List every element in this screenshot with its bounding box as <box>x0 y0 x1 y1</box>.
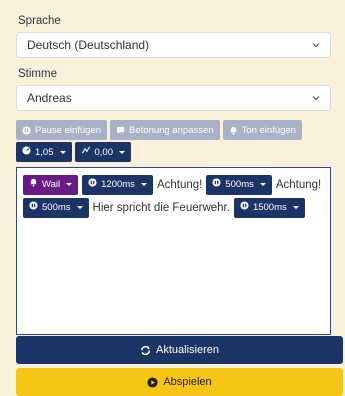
pause-icon <box>29 196 38 220</box>
pause-chip-label: 1200ms <box>101 178 135 190</box>
caret-down-icon <box>140 183 147 186</box>
editor-line: Wail 1200ms Achtung! 500ms Achtung! <box>23 173 324 196</box>
speed-dropdown[interactable]: 1,05 <box>16 142 72 162</box>
voice-value: Andreas <box>27 91 72 105</box>
pause-icon <box>22 125 31 135</box>
language-select[interactable]: Deutsch (Deutschland) <box>16 32 331 58</box>
pitch-icon <box>81 146 91 158</box>
insert-tone-label: Ton einfügen <box>241 124 296 136</box>
insert-pause-label: Pause einfügen <box>35 124 102 136</box>
pause-chip-label: 500ms <box>42 201 71 213</box>
pause-chip-label: 500ms <box>225 178 254 190</box>
editor-text: Achtung! <box>156 178 203 191</box>
editor-text: Achtung! <box>275 178 322 191</box>
prosody-toolbar: 1,05 0,00 <box>16 142 331 162</box>
pause-icon <box>88 173 97 197</box>
adjust-emphasis-button[interactable]: Betonung anpassen <box>110 120 220 140</box>
caret-down-icon <box>259 183 266 186</box>
chevron-down-icon <box>312 41 320 49</box>
editor-text: Hier spricht die Feuerwehr. <box>92 201 230 214</box>
pitch-dropdown[interactable]: 0,00 <box>74 142 131 162</box>
caret-down-icon <box>292 206 299 209</box>
insert-pause-button[interactable]: Pause einfügen <box>16 120 108 140</box>
pause-icon <box>212 173 221 197</box>
language-value: Deutsch (Deutschland) <box>27 38 150 52</box>
caret-down-icon <box>59 150 66 154</box>
insert-tone-button[interactable]: Ton einfügen <box>222 120 302 140</box>
update-label: Aktualisieren <box>156 344 219 356</box>
caret-down-icon <box>119 150 125 154</box>
sound-chip[interactable]: Wail <box>23 173 79 197</box>
caret-down-icon <box>66 183 73 186</box>
play-button[interactable]: Abspielen <box>16 368 343 396</box>
editor-line: 500ms Hier spricht die Feuerwehr. 1500ms <box>23 196 324 219</box>
chevron-down-icon <box>312 94 320 102</box>
pause-icon <box>240 196 249 220</box>
bell-icon <box>229 126 238 135</box>
insert-toolbar: Pause einfügen Betonung anpassen Ton ein… <box>16 120 331 140</box>
play-icon <box>147 376 158 388</box>
speed-value: 1,05 <box>35 146 54 158</box>
pause-chip-label: 1500ms <box>252 201 287 213</box>
caret-down-icon <box>76 206 83 209</box>
voice-label: Stimme <box>18 68 57 80</box>
speech-bubble-icon <box>116 126 125 135</box>
pause-chip[interactable]: 1200ms <box>82 173 153 197</box>
gauge-icon <box>22 146 31 158</box>
update-button[interactable]: Aktualisieren <box>16 336 343 364</box>
pause-chip[interactable]: 1500ms <box>233 196 305 220</box>
pitch-value: 0,00 <box>94 146 114 158</box>
voice-select[interactable]: Andreas <box>16 85 331 111</box>
pause-chip[interactable]: 500ms <box>23 196 89 220</box>
play-label: Abspielen <box>163 376 212 388</box>
ssml-editor[interactable]: Wail 1200ms Achtung! 500ms Achtung! 500m… <box>16 167 331 335</box>
adjust-emphasis-label: Betonung anpassen <box>129 124 214 136</box>
pause-chip[interactable]: 500ms <box>206 173 272 197</box>
sound-chip-label: Wail <box>42 178 61 190</box>
sync-icon <box>140 345 151 356</box>
bell-icon <box>29 173 38 197</box>
language-label: Sprache <box>18 15 61 27</box>
